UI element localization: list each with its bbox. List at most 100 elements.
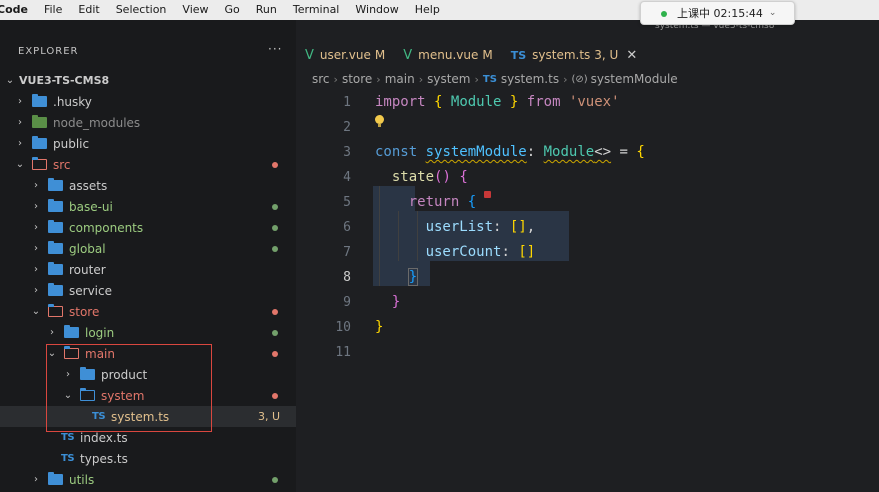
line-number: 6 — [343, 220, 351, 235]
code-line: return { — [375, 194, 476, 210]
code-line: import { Module } from 'vuex' — [375, 94, 620, 110]
tree-item-label: index.ts — [80, 430, 128, 445]
breadcrumb-main[interactable]: main — [385, 72, 415, 86]
menu-window[interactable]: Window — [347, 0, 406, 20]
tree-item-label: node_modules — [53, 115, 141, 130]
tab-system-ts[interactable]: TS system.ts 3, U ✕ — [501, 40, 647, 70]
tree-item-utils[interactable]: › utils — [0, 469, 296, 490]
code-token: systemModule — [425, 144, 527, 160]
menu-terminal[interactable]: Terminal — [285, 0, 348, 20]
chevron-right-icon: › — [50, 327, 54, 338]
breadcrumb-store[interactable]: store — [342, 72, 372, 86]
tree-item-assets[interactable]: › assets — [0, 175, 296, 196]
code-token: userCount — [425, 244, 502, 260]
code-token: { — [459, 169, 468, 185]
typescript-file-icon: TS — [482, 73, 497, 85]
code-token: } — [391, 294, 401, 310]
tab-user-vue[interactable]: V user.vue M — [296, 40, 394, 70]
chevron-right-icon: › — [563, 72, 568, 86]
line-number: 11 — [335, 345, 351, 360]
code-line: } — [375, 319, 383, 335]
code-token: state — [391, 169, 435, 185]
close-icon[interactable]: ✕ — [626, 48, 637, 63]
chevron-right-icon: › — [18, 138, 22, 149]
menu-run[interactable]: Run — [248, 0, 285, 20]
code-line: const systemModule: Module<> = { — [375, 144, 645, 160]
tab-label: system.ts — [532, 48, 591, 62]
tree-item-label: store — [69, 304, 100, 319]
git-status-dot — [272, 330, 278, 336]
line-number: 9 — [343, 295, 351, 310]
tree-item-types-ts[interactable]: TS types.ts — [0, 448, 296, 469]
tree-item-base-ui[interactable]: › base-ui — [0, 196, 296, 217]
explorer-root[interactable]: ⌄ VUE3-TS-CMS8 — [0, 70, 296, 91]
tree-item-global[interactable]: › global — [0, 238, 296, 259]
tree-item-label: public — [53, 136, 90, 151]
breadcrumb-src[interactable]: src — [312, 72, 330, 86]
chevron-right-icon: › — [34, 285, 38, 296]
tree-item-husky[interactable]: › .husky — [0, 91, 296, 112]
symbol-variable-icon: (⊘) — [571, 73, 588, 85]
tree-item-src[interactable]: ⌄ src — [0, 154, 296, 175]
menu-app[interactable]: Code — [0, 0, 36, 20]
folder-icon — [48, 220, 63, 233]
tree-item-login[interactable]: › login — [0, 322, 296, 343]
menu-go[interactable]: Go — [217, 0, 248, 20]
tree-item-label: .husky — [53, 94, 92, 109]
folder-icon — [48, 199, 63, 212]
code-line: } — [375, 268, 419, 286]
code-token: } — [375, 319, 384, 335]
more-actions-icon[interactable]: ··· — [268, 42, 282, 56]
menu-edit[interactable]: Edit — [70, 0, 107, 20]
chevron-down-icon[interactable]: ⌄ — [769, 8, 777, 18]
tab-git-flag: 3, U — [594, 48, 619, 62]
tree-item-components[interactable]: › components — [0, 217, 296, 238]
line-number: 3 — [343, 145, 351, 160]
code-line: state() { — [375, 169, 468, 185]
code-token: [] — [518, 244, 536, 260]
breadcrumb-file[interactable]: system.ts — [501, 72, 559, 86]
code-token: 'vuex' — [568, 94, 620, 110]
line-number: 10 — [335, 320, 351, 335]
folder-icon — [48, 283, 63, 296]
recording-dot-icon — [661, 11, 667, 17]
tab-label: menu.vue — [418, 48, 479, 62]
code-line: } — [375, 294, 400, 310]
tab-menu-vue[interactable]: V menu.vue M — [394, 40, 501, 70]
class-timer-widget[interactable]: 上课中 02:15:44 ⌄ — [640, 1, 795, 25]
menu-help[interactable]: Help — [407, 0, 448, 20]
breadcrumb-symbol[interactable]: systemModule — [591, 72, 678, 86]
cursor-marker — [484, 191, 491, 198]
git-status-dot — [272, 162, 278, 168]
code-token: from — [526, 94, 561, 110]
lightbulb-icon[interactable] — [375, 115, 384, 127]
menu-selection[interactable]: Selection — [108, 0, 175, 20]
menu-view[interactable]: View — [174, 0, 216, 20]
tree-item-label: service — [69, 283, 112, 298]
tree-item-node-modules[interactable]: › node_modules — [0, 112, 296, 133]
code-token: { — [434, 94, 443, 110]
code-line: userCount: [] — [375, 244, 536, 260]
line-number: 4 — [343, 170, 351, 185]
code-editor[interactable]: 1 2 3 4 5 6 7 8 9 10 11 import { Module … — [296, 91, 879, 391]
tree-item-public[interactable]: › public — [0, 133, 296, 154]
tree-item-store[interactable]: ⌄ store — [0, 301, 296, 322]
tree-item-service[interactable]: › service — [0, 280, 296, 301]
typescript-file-icon: TS — [61, 453, 75, 464]
chevron-down-icon: ⌄ — [5, 75, 15, 86]
breadcrumb-system[interactable]: system — [427, 72, 470, 86]
code-token: = — [619, 144, 628, 160]
tree-item-router[interactable]: › router — [0, 259, 296, 280]
vue-file-icon: V — [403, 47, 413, 63]
tab-git-flag: M — [374, 48, 386, 62]
line-number: 5 — [343, 195, 351, 210]
line-number: 1 — [343, 95, 351, 110]
chevron-right-icon: › — [34, 222, 38, 233]
code-token: { — [636, 144, 645, 160]
tree-item-label: assets — [69, 178, 108, 193]
chevron-right-icon: › — [418, 72, 424, 86]
code-token: import — [375, 94, 426, 110]
tree-item-label: router — [69, 262, 106, 277]
menu-file[interactable]: File — [36, 0, 70, 20]
tree-item-label: components — [69, 220, 144, 235]
